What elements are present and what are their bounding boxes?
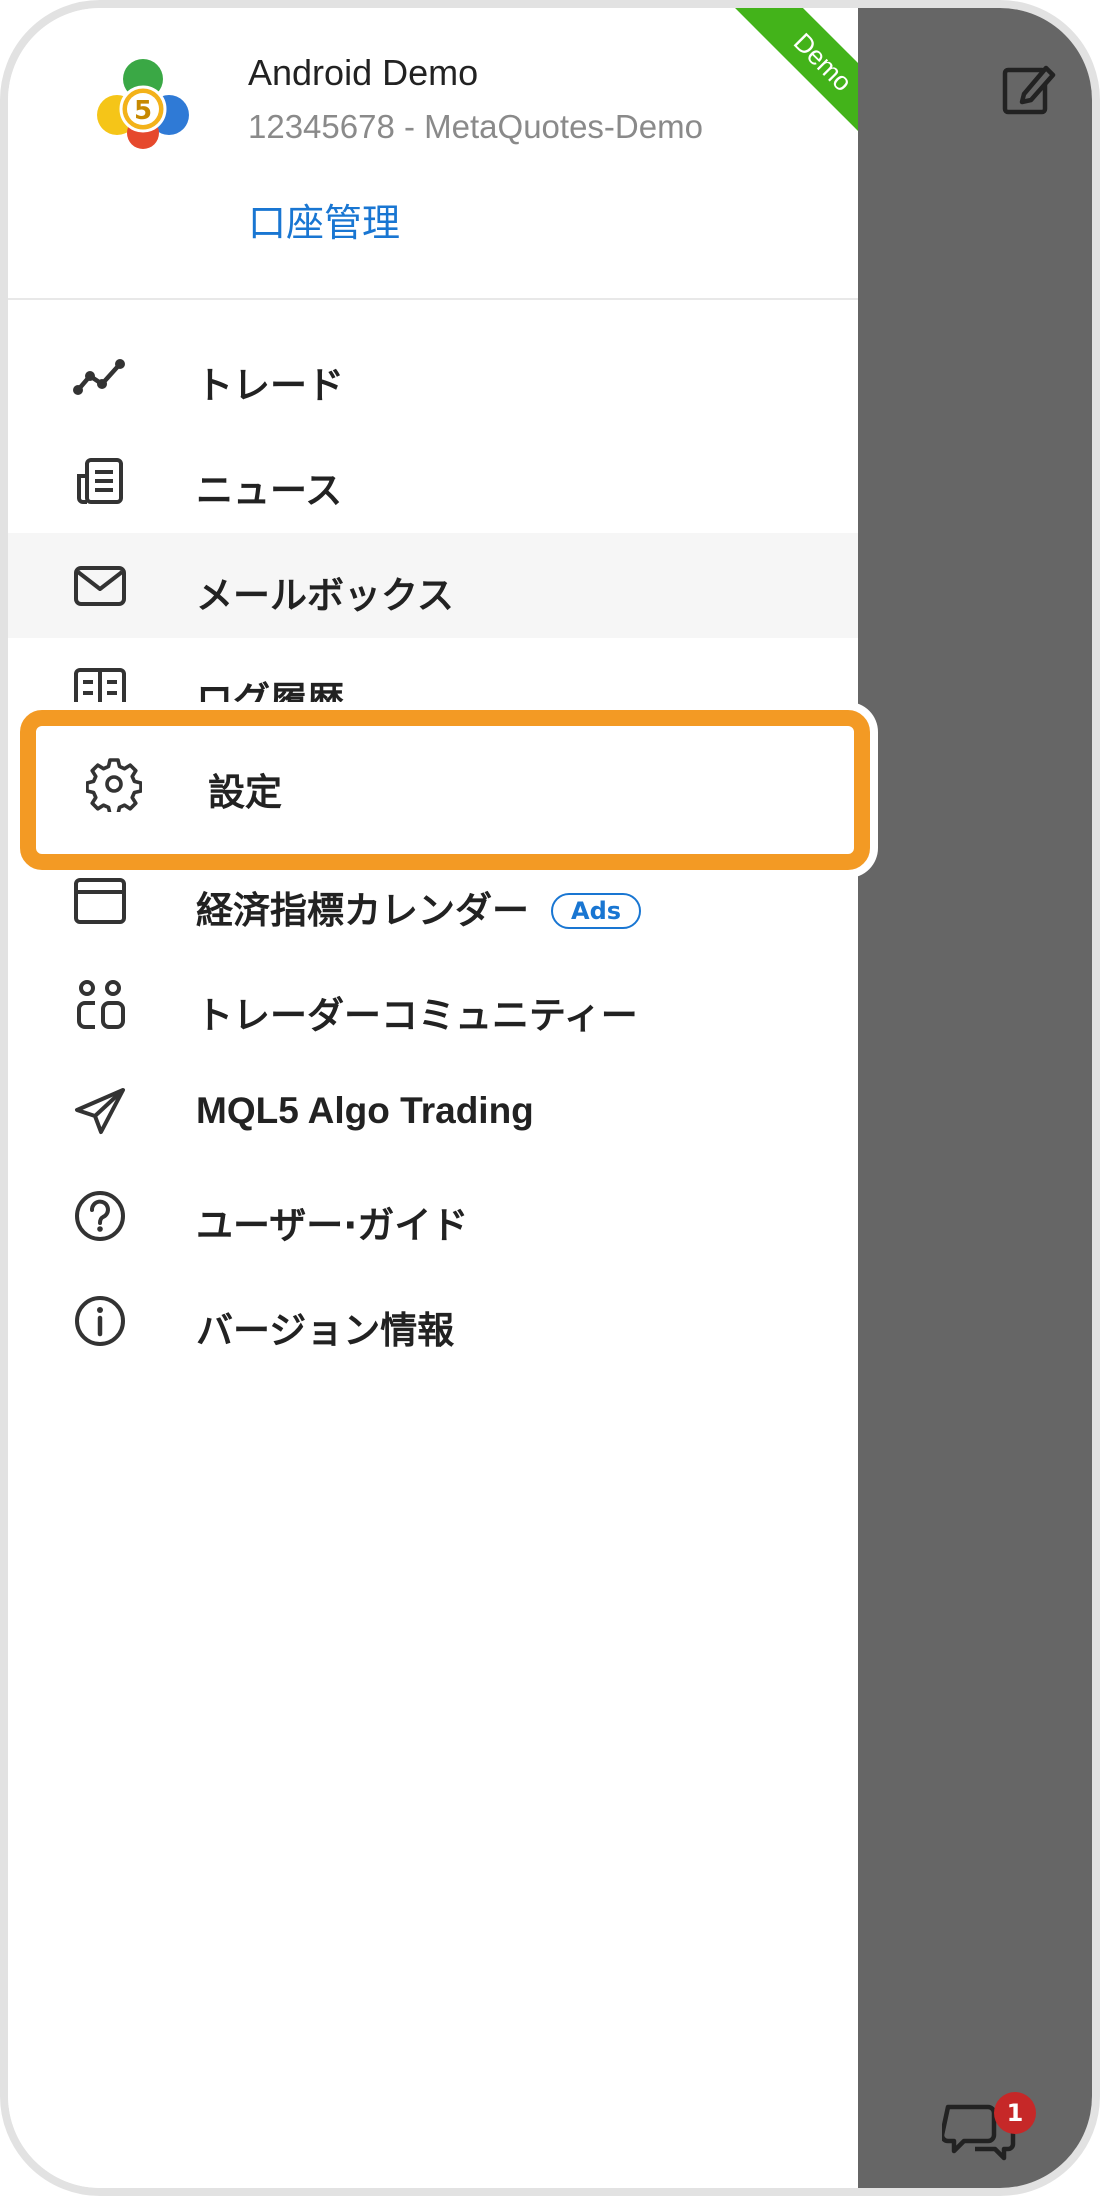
chat-badge: 1 (994, 2092, 1036, 2134)
header-divider (8, 298, 858, 300)
menu-item-traders-community[interactable]: トレーダーコミュニティー (8, 953, 858, 1058)
menu-item-user-guide[interactable]: ユーザー·ガイド (8, 1163, 858, 1268)
svg-text:5: 5 (134, 96, 152, 126)
account-server: - MetaQuotes-Demo (404, 108, 703, 145)
menu-label-mailbox: メールボックス (196, 574, 454, 617)
economic-calendar-text: 経済指標カレンダー (196, 889, 529, 932)
news-icon (72, 454, 128, 508)
menu-item-news[interactable]: ニュース (8, 428, 858, 533)
menu-item-mailbox[interactable]: メールボックス (8, 533, 858, 638)
menu-item-mql5-algo-trading[interactable]: MQL5 Algo Trading (8, 1058, 858, 1163)
menu-label-user-guide: ユーザー·ガイド (196, 1204, 469, 1247)
demo-badge: Demo (724, 8, 858, 158)
send-icon (72, 1084, 128, 1138)
community-icon (72, 979, 128, 1033)
menu-label-trade: トレード (196, 364, 344, 407)
menu-label-economic-calendar: 経済指標カレンダー Ads (196, 880, 642, 934)
menu-item-settings[interactable]: 設定 (20, 710, 870, 870)
account-details: 12345678 - MetaQuotes-Demo (248, 108, 703, 146)
menu-label-about: バージョン情報 (196, 1309, 455, 1352)
account-header[interactable]: 5 Android Demo 12345678 - MetaQuotes-Dem… (8, 8, 858, 298)
help-icon (72, 1189, 128, 1243)
demo-ribbon: Demo (708, 8, 858, 158)
info-icon (72, 1294, 128, 1348)
account-number: 12345678 (248, 108, 395, 145)
account-name: Android Demo (248, 52, 479, 93)
menu-label-settings: 設定 (208, 771, 282, 814)
menu-label-news: ニュース (196, 469, 343, 512)
calendar-icon (72, 874, 128, 928)
ads-badge: Ads (551, 893, 642, 929)
menu-label-traders-community: トレーダーコミュニティー (196, 994, 638, 1037)
edit-icon[interactable] (998, 58, 1060, 120)
phone-screen: 1 5 Android Demo 12345678 - MetaQuotes-D… (0, 0, 1100, 2196)
metatrader-logo: 5 (93, 53, 193, 153)
navigation-drawer: 5 Android Demo 12345678 - MetaQuotes-Dem… (8, 8, 870, 2188)
menu-label-mql5-algo-trading: MQL5 Algo Trading (196, 1090, 534, 1131)
gear-icon (86, 756, 142, 812)
menu-item-trade[interactable]: トレード (8, 323, 858, 428)
trade-chart-icon (72, 349, 128, 403)
mail-icon (72, 559, 128, 613)
menu-item-about[interactable]: バージョン情報 (8, 1268, 858, 1373)
manage-accounts-link[interactable]: 口座管理 (248, 192, 400, 247)
drawer-scrim[interactable] (858, 8, 1092, 2188)
